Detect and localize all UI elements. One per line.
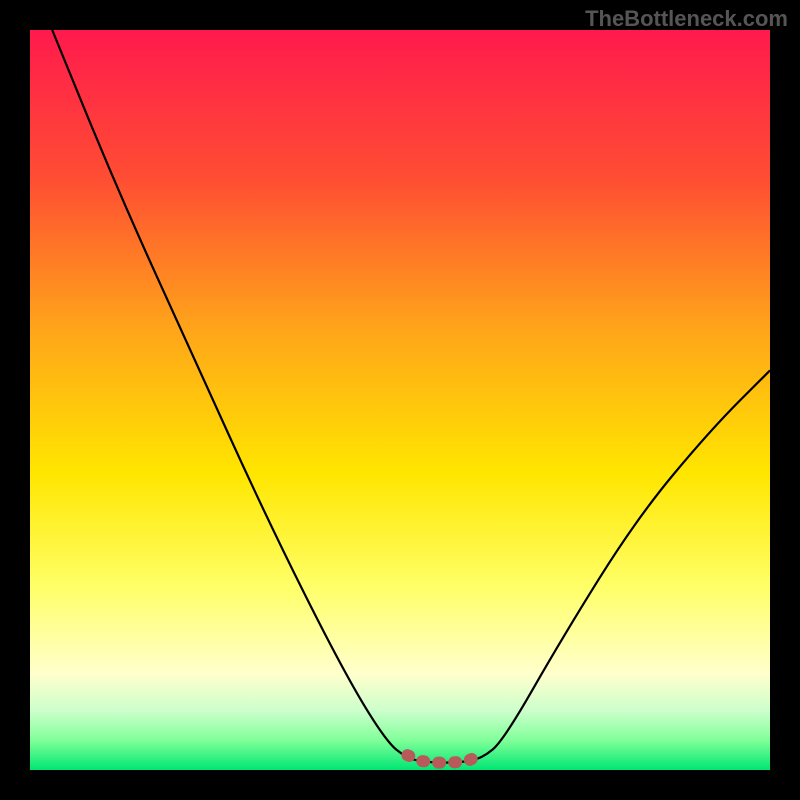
gradient-background (30, 30, 770, 770)
bottleneck-chart (30, 30, 770, 770)
watermark-label: TheBottleneck.com (585, 6, 788, 32)
chart-frame: TheBottleneck.com (0, 0, 800, 800)
plot-area (30, 30, 770, 770)
